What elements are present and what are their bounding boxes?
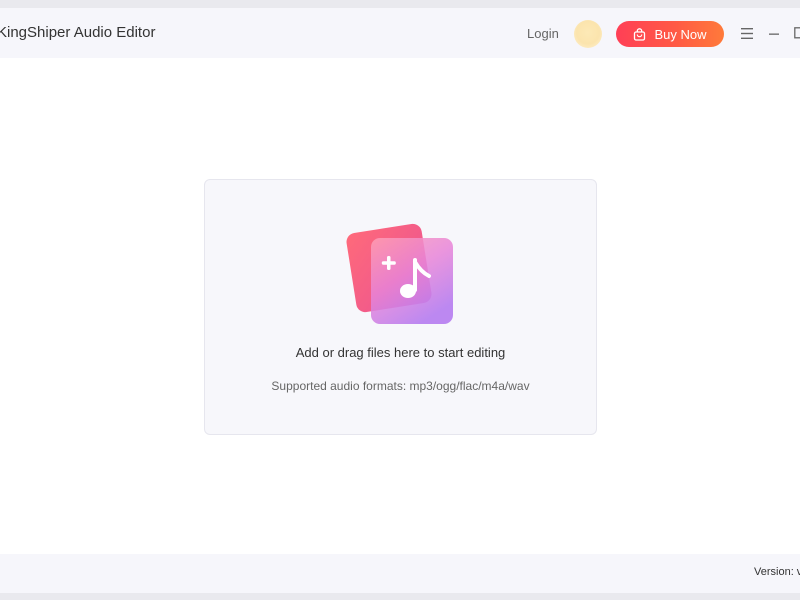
add-music-icon xyxy=(346,223,453,324)
shopping-bag-icon xyxy=(634,27,646,41)
avatar[interactable] xyxy=(574,20,602,48)
app-title: KingShiper Audio Editor xyxy=(0,24,156,41)
login-link[interactable]: Login xyxy=(527,26,559,41)
title-bar: KingShiper Audio Editor Login Buy Now xyxy=(0,8,800,58)
buy-now-label: Buy Now xyxy=(654,26,707,42)
buy-now-button[interactable]: Buy Now xyxy=(616,21,724,47)
maximize-icon[interactable] xyxy=(794,27,800,39)
menu-icon[interactable] xyxy=(740,27,754,40)
app-window: KingShiper Audio Editor Login Buy Now Ad… xyxy=(0,8,800,593)
file-drop-zone[interactable]: Add or drag files here to start editing … xyxy=(204,179,597,435)
drop-zone-title: Add or drag files here to start editing xyxy=(295,345,506,360)
supported-formats-text: Supported audio formats: mp3/ogg/flac/m4… xyxy=(271,379,530,393)
version-label: Version: v xyxy=(754,566,800,578)
minimize-icon[interactable] xyxy=(768,28,780,40)
status-bar: Version: v xyxy=(0,554,800,593)
